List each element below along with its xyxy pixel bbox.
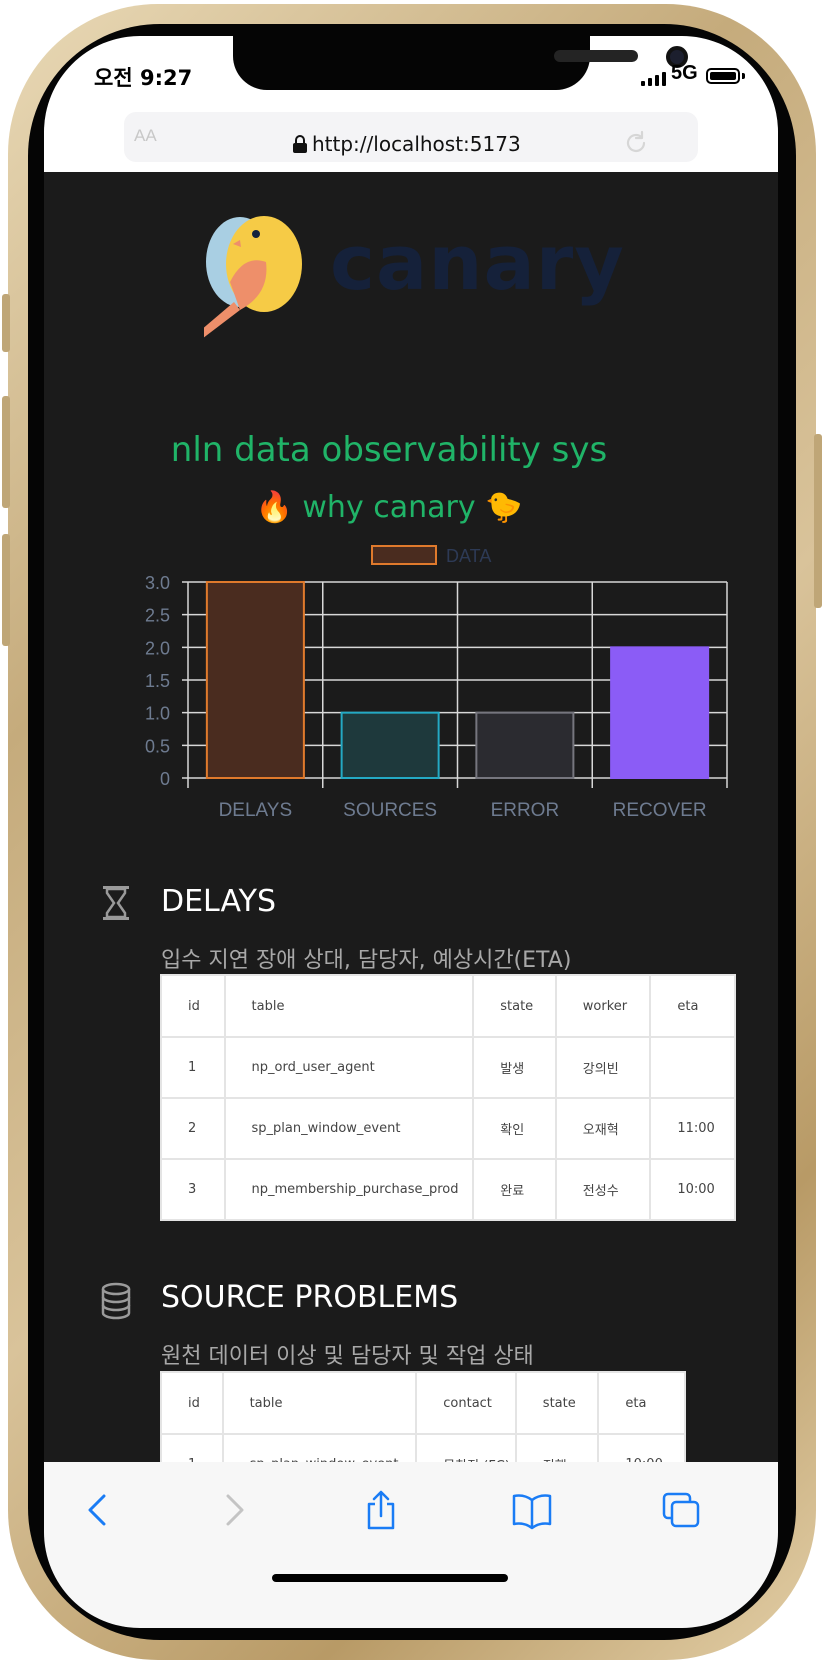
table-cell: 오재혁 [554,1097,652,1160]
table-header-row: id table state worker eta [160,974,736,1038]
y-tick-label: 0 [160,769,170,789]
table-cell [649,1036,736,1099]
table-header-row: id table contact state eta [160,1371,686,1435]
delays-title: DELAYS [161,884,277,919]
page-subtitle: 🔥 why canary 🐤 [255,490,523,525]
column-header: worker [554,974,652,1038]
delays-table: id table state worker eta 1 np_ord_user_agent… [160,974,736,1221]
column-header: eta [597,1371,686,1435]
bar-sources [340,711,440,780]
status-bar: 오전 9:27 5G [44,36,778,112]
phone-screen: 오전 9:27 5G AA http://localhost:5173 cana… [44,36,778,1628]
share-icon[interactable] [361,1490,401,1530]
volume-up-button [2,396,10,508]
signal-icon [641,72,666,86]
forward-icon[interactable] [214,1490,254,1530]
column-header: id [160,1371,224,1435]
speaker-grille [554,50,638,62]
column-header: table [221,1371,418,1435]
source-problems-title: SOURCE PROBLEMS [161,1280,459,1315]
hourglass-icon [103,886,129,920]
table-row[interactable]: 2 sp_plan_window_event 확인 오재혁 11:00 [160,1097,736,1160]
table-cell: 강의빈 [554,1036,652,1099]
legend-swatch [371,545,437,565]
table-cell: np_membership_purchase_prod [223,1158,475,1221]
table-cell: 2 [160,1097,226,1160]
x-tick-label: RECOVER [613,800,707,821]
y-tick-label: 0.5 [145,736,170,756]
database-icon [101,1282,131,1320]
bar-error [475,711,575,780]
bar-recover [610,646,710,780]
url-text[interactable]: http://localhost:5173 [312,132,521,156]
bar-chart: 3.0 2.5 2.0 1.5 1.0 0.5 0 DELAYS SOURCES ERROR REC… [145,545,728,821]
y-tick-label: 2.5 [145,606,170,626]
bar-delays [205,581,305,779]
home-indicator [272,1574,508,1582]
battery-icon [706,68,740,84]
power-button [814,434,822,608]
delays-description: 입수 지연 장애 상대, 담당자, 예상시간(ETA) [161,948,572,973]
page-content: canary nln data observability sys 🔥 why … [44,172,778,1562]
table-cell: 3 [160,1158,226,1221]
notch [233,36,688,90]
lock-icon [293,135,307,153]
y-tick-label: 1.5 [145,671,170,691]
table-row[interactable]: 1 np_ord_user_agent 발생 강의빈 [160,1036,736,1099]
column-header: eta [649,974,736,1038]
network-label: 5G [671,62,698,84]
volume-down-button [2,534,10,646]
table-cell: 확인 [472,1097,557,1160]
y-tick-label: 3.0 [145,573,170,593]
bookmarks-icon[interactable] [512,1490,552,1530]
canary-bird-logo [204,216,302,338]
tabs-icon[interactable] [662,1490,702,1530]
x-tick-label: ERROR [491,800,560,821]
legend-label: DATA [446,546,491,566]
column-header: contact [415,1371,517,1435]
table-cell: 발생 [472,1036,557,1099]
table-cell: sp_plan_window_event [223,1097,475,1160]
table-cell: 전성수 [554,1158,652,1221]
y-tick-label: 2.0 [145,638,170,658]
battery-tip [742,73,745,79]
source-problems-description: 원천 데이터 이상 및 담당자 및 작업 상태 [161,1344,534,1369]
status-time: 오전 9:27 [94,66,193,90]
column-header: table [223,974,475,1038]
text-size-button[interactable]: AA [134,126,157,146]
x-tick-label: DELAYS [219,800,293,821]
browser-address-bar: AA http://localhost:5173 [44,112,778,172]
back-icon[interactable] [78,1490,118,1530]
column-header: id [160,974,226,1038]
x-tick-label: SOURCES [343,800,437,821]
table-cell: 1 [160,1036,226,1099]
table-cell: 10:00 [649,1158,736,1221]
canary-logo-text: canary [330,218,625,307]
column-header: state [514,1371,600,1435]
browser-toolbar [44,1462,778,1628]
y-tick-label: 1.0 [145,704,170,724]
column-header: state [472,974,557,1038]
table-cell: 11:00 [649,1097,736,1160]
table-cell: np_ord_user_agent [223,1036,475,1099]
mute-switch [2,294,10,352]
page-title: nln data observability sys [170,430,608,470]
table-row[interactable]: 3 np_membership_purchase_prod 완료 전성수 10:00 [160,1158,736,1221]
table-cell: 완료 [472,1158,557,1221]
reload-icon[interactable] [623,130,649,156]
